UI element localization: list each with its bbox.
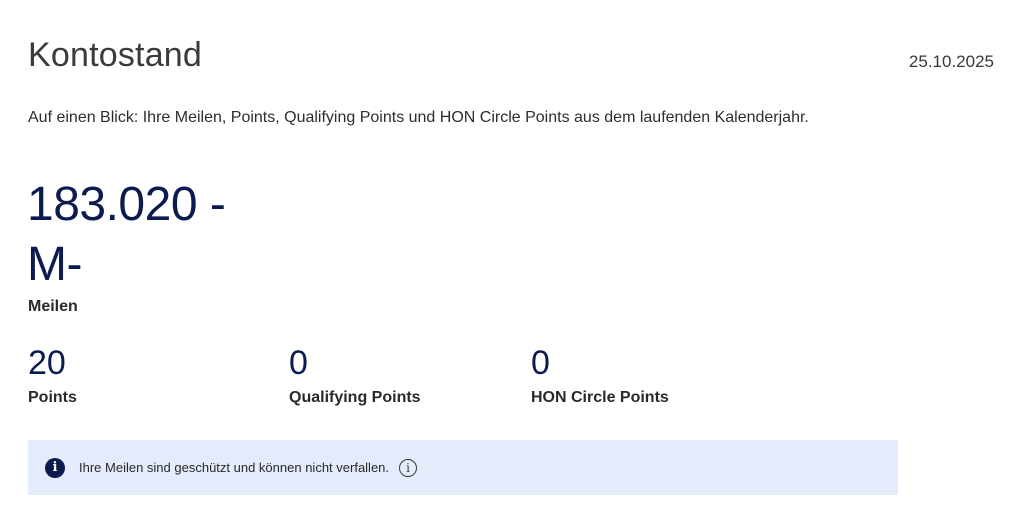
points-value: 20 [28,344,66,382]
points-label: Points [28,389,77,406]
info-icon: i [45,457,65,478]
qualifying-points-value: 0 [289,344,308,382]
miles-label: Meilen [28,298,78,315]
info-outline-icon[interactable]: i [399,458,418,477]
hon-circle-points-stat: 0 HON Circle Points [531,343,669,407]
qualifying-points-label: Qualifying Points [289,389,421,406]
miles-balance-value: 183.020 - M- [27,178,226,291]
page-subtitle: Auf einen Blick: Ihre Meilen, Points, Qu… [28,109,809,126]
page-title: Kontostand [28,36,203,74]
hon-circle-points-value: 0 [531,344,550,382]
info-banner: i Ihre Meilen sind geschützt und können … [28,440,898,495]
qualifying-points-stat: 0 Qualifying Points [289,343,421,407]
info-banner-text: Ihre Meilen sind geschützt und können ni… [79,460,390,475]
balance-date: 25.10.2025 [908,52,994,71]
points-stat: 20 Points [28,343,77,407]
hon-circle-points-label: HON Circle Points [531,389,669,406]
